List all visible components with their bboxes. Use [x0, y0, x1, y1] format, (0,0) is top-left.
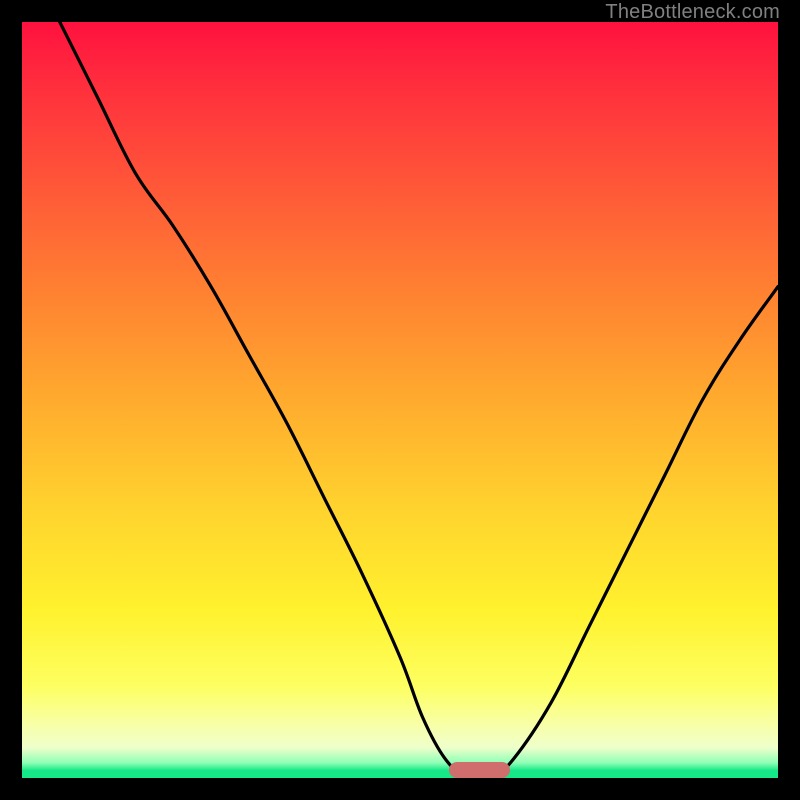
bottleneck-curve	[60, 22, 778, 778]
plot-area	[22, 22, 778, 778]
minimum-marker	[449, 762, 509, 778]
curve-svg	[22, 22, 778, 778]
attribution-text: TheBottleneck.com	[605, 1, 780, 24]
chart-container: TheBottleneck.com	[0, 0, 800, 800]
